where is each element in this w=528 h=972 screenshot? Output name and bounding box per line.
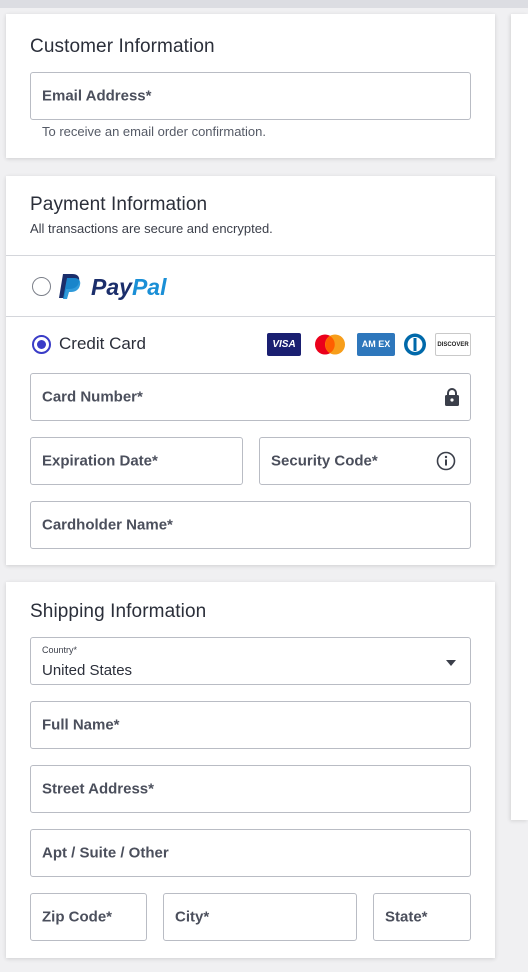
email-hint: To receive an email order confirmation. (42, 124, 266, 139)
street-address-label: Street Address* (42, 780, 154, 798)
state-field[interactable]: State* (373, 893, 471, 941)
amex-icon: AM EX (357, 333, 395, 356)
visa-icon: VISA (267, 333, 301, 356)
expiration-date-label: Expiration Date* (42, 452, 158, 470)
paypal-option[interactable]: PayPal (30, 269, 230, 305)
divider (6, 316, 495, 317)
city-field[interactable]: City* (163, 893, 357, 941)
full-name-label: Full Name* (42, 716, 120, 734)
order-summary-panel (511, 14, 528, 820)
apt-suite-field[interactable]: Apt / Suite / Other (30, 829, 471, 877)
credit-card-label: Credit Card (59, 334, 146, 353)
top-bar (0, 0, 528, 8)
paypal-p-icon (59, 272, 83, 305)
mastercard-icon (312, 333, 348, 356)
lock-icon (444, 387, 460, 412)
paypal-radio[interactable] (32, 277, 51, 296)
email-field-label: Email Address* (42, 87, 152, 105)
shipping-information-title: Shipping Information (30, 601, 207, 622)
city-label: City* (175, 908, 210, 926)
info-icon[interactable] (436, 451, 456, 476)
email-field[interactable]: Email Address* (30, 72, 471, 120)
cardholder-name-label: Cardholder Name* (42, 516, 173, 534)
shipping-information-card: Shipping Information Country* United Sta… (6, 582, 495, 958)
customer-information-card: Customer Information Email Address* To r… (6, 14, 495, 158)
security-code-field[interactable]: Security Code* (259, 437, 471, 485)
payment-information-card: Payment Information All transactions are… (6, 176, 495, 565)
apt-suite-label: Apt / Suite / Other (42, 844, 169, 862)
expiration-date-field[interactable]: Expiration Date* (30, 437, 243, 485)
zip-code-label: Zip Code* (42, 908, 112, 926)
card-number-label: Card Number* (42, 388, 143, 406)
country-label: Country* (42, 645, 78, 655)
full-name-field[interactable]: Full Name* (30, 701, 471, 749)
state-label: State* (385, 908, 428, 926)
divider (6, 255, 495, 256)
street-address-field[interactable]: Street Address* (30, 765, 471, 813)
credit-card-radio[interactable] (32, 335, 51, 354)
customer-information-title: Customer Information (30, 36, 215, 57)
zip-code-field[interactable]: Zip Code* (30, 893, 147, 941)
discover-icon: DISCOVER (435, 333, 471, 356)
card-number-field[interactable]: Card Number* (30, 373, 471, 421)
security-code-label: Security Code* (271, 452, 378, 470)
diners-club-icon (401, 333, 429, 356)
cardholder-name-field[interactable]: Cardholder Name* (30, 501, 471, 549)
chevron-down-icon (446, 660, 456, 666)
paypal-logo-text: PayPal (91, 274, 167, 300)
country-value: United States (42, 662, 133, 679)
credit-card-option[interactable]: Credit Card (30, 331, 200, 359)
payment-subtitle: All transactions are secure and encrypte… (30, 221, 273, 236)
country-select[interactable]: Country* United States (30, 637, 471, 685)
payment-information-title: Payment Information (30, 194, 208, 215)
